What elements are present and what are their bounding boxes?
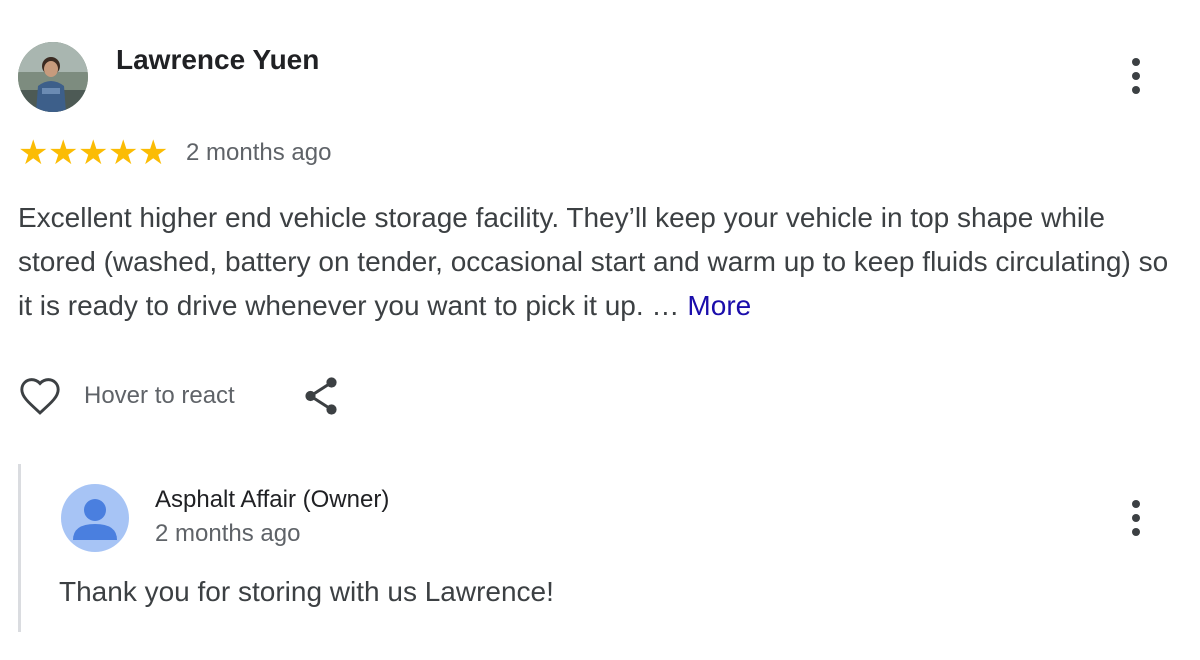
star-icon: ★ <box>48 133 79 173</box>
star-icon: ★ <box>18 133 49 173</box>
owner-reply-time: 2 months ago <box>155 520 301 547</box>
menu-dot <box>1132 514 1140 522</box>
reviewer-avatar[interactable] <box>18 42 88 112</box>
review-card: Lawrence Yuen ★ ★ ★ ★ ★ 2 months ago Exc… <box>0 0 1200 660</box>
review-time: 2 months ago <box>186 139 332 166</box>
react-label: Hover to react <box>84 382 235 409</box>
review-text: Excellent higher end vehicle storage fac… <box>18 196 1188 328</box>
menu-dot <box>1132 500 1140 508</box>
more-link[interactable]: More <box>687 290 751 321</box>
share-icon[interactable] <box>301 374 341 418</box>
share-svg <box>305 377 337 415</box>
menu-dot <box>1132 58 1140 66</box>
menu-dot <box>1132 528 1140 536</box>
more-vert-icon[interactable] <box>1126 496 1146 540</box>
star-icon: ★ <box>108 133 139 173</box>
menu-dot <box>1132 86 1140 94</box>
star-icon: ★ <box>78 133 109 173</box>
more-vert-icon[interactable] <box>1126 54 1146 98</box>
owner-reply-text: Thank you for storing with us Lawrence! <box>59 576 554 607</box>
owner-name: Asphalt Affair (Owner) <box>155 486 390 513</box>
review-body: Excellent higher end vehicle storage fac… <box>18 202 1169 321</box>
person-icon <box>73 499 117 540</box>
rating-row: ★ ★ ★ ★ ★ 2 months ago <box>18 136 331 170</box>
heart-icon[interactable] <box>18 374 62 418</box>
star-icon: ★ <box>138 133 169 173</box>
menu-dot <box>1132 72 1140 80</box>
reviewer-name[interactable]: Lawrence Yuen <box>116 42 319 78</box>
heart-svg <box>20 378 60 415</box>
owner-avatar <box>61 484 129 552</box>
owner-reply: Asphalt Affair (Owner) 2 months ago Than… <box>18 464 1191 632</box>
star-rating: ★ ★ ★ ★ ★ <box>18 136 168 170</box>
review-actions: Hover to react <box>18 374 341 418</box>
reviewer-photo <box>18 42 88 112</box>
